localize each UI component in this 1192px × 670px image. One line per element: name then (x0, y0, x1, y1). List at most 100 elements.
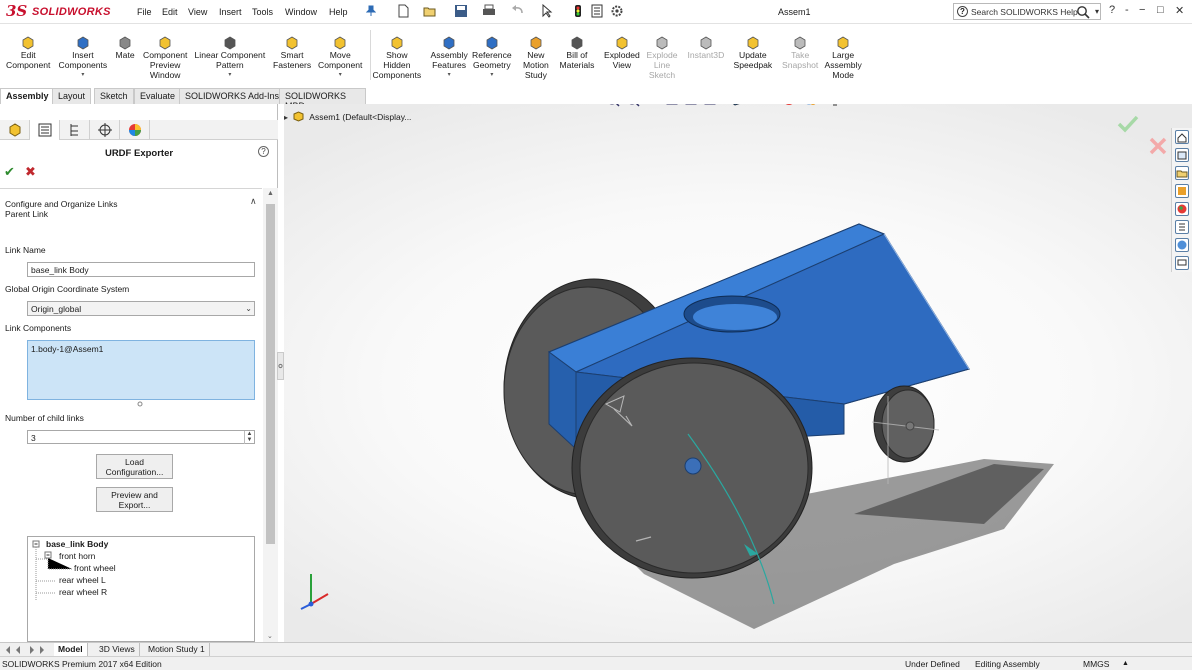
menu-edit[interactable]: Edit (162, 7, 178, 17)
tree-node-root[interactable]: base_link Body (46, 539, 108, 549)
tree-node-front-horn[interactable]: front horn (59, 551, 95, 561)
design-library-icon[interactable] (1175, 148, 1189, 162)
menu-tools[interactable]: Tools (252, 7, 273, 17)
options-gear-icon[interactable] (610, 4, 624, 18)
solidworks-resources-icon[interactable] (1175, 130, 1189, 144)
maximize-button[interactable]: □ (1157, 4, 1164, 16)
bill-of-materials-command[interactable]: Bill of Materials (560, 36, 594, 71)
show-hidden-command[interactable]: Show Hidden Components (373, 36, 421, 80)
open-icon[interactable] (423, 4, 437, 18)
help-search-input[interactable]: Search SOLIDWORKS Help (971, 7, 1078, 17)
tab-assembly[interactable]: Assembly (0, 88, 55, 104)
display-manager-tab[interactable] (120, 120, 150, 140)
explode-line-command[interactable]: Explode Line Sketch (647, 36, 678, 80)
chat-icon[interactable] (1175, 256, 1189, 270)
front-wheel[interactable] (871, 385, 940, 484)
robot-car-model[interactable] (284, 104, 1192, 642)
property-manager-help-button[interactable]: ? (258, 146, 269, 157)
edit-component-command[interactable]: Edit Component (6, 36, 50, 71)
menu-view[interactable]: View (188, 7, 207, 17)
tree-node-front-wheel[interactable]: front wheel (74, 563, 116, 573)
instant3d-command[interactable]: Instant3D (688, 36, 724, 61)
large-assembly-command[interactable]: Large Assembly Mode (825, 36, 862, 80)
file-explorer-icon[interactable] (1175, 166, 1189, 180)
tab-scroll-arrows-icon[interactable] (2, 645, 48, 655)
tab-motion-study-1[interactable]: Motion Study 1 (144, 643, 210, 656)
origin-select[interactable]: Origin_global ⌄ (27, 301, 255, 316)
custom-properties-icon[interactable] (1175, 220, 1189, 234)
tab-sketch[interactable]: Sketch (94, 88, 134, 104)
view-palette-icon[interactable] (1175, 184, 1189, 198)
tab-solidworks-add-ins[interactable]: SOLIDWORKS Add-Ins (179, 88, 286, 104)
chevron-down-icon[interactable]: ▾ (59, 71, 108, 81)
speedpak-command[interactable]: Update Speedpak (734, 36, 772, 71)
solidworks-forum-icon[interactable] (1175, 238, 1189, 252)
search-dropdown-icon[interactable]: ▾ (1095, 7, 1099, 16)
chevron-down-icon[interactable]: ▾ (318, 71, 362, 81)
panel-scrollbar[interactable]: ▲ ⌄ (263, 188, 278, 642)
exploded-view-command[interactable]: Exploded View (604, 36, 640, 71)
child-links-spinner[interactable]: 3 ▲ ▼ (27, 430, 255, 444)
solidworks-logo[interactable]: 3S SOLIDWORKS (6, 2, 116, 22)
feature-manager-tab[interactable] (0, 120, 30, 140)
appearances-icon[interactable] (1175, 202, 1189, 216)
assembly-features-command[interactable]: Assembly Features ▾ (431, 36, 468, 80)
group-collapse-button[interactable]: ∧ (250, 196, 257, 207)
new-document-icon[interactable] (396, 4, 410, 18)
insert-components-command[interactable]: Insert Components ▾ (59, 36, 108, 81)
load-configuration-button[interactable]: Load Configuration... (96, 454, 173, 479)
chevron-down-icon[interactable]: ▾ (472, 71, 512, 81)
file-properties-icon[interactable] (590, 4, 604, 18)
help-menu-button[interactable]: ? (1109, 4, 1115, 16)
undo-icon[interactable] (511, 4, 525, 18)
tab-solidworks-mbd[interactable]: SOLIDWORKS MBD (279, 88, 366, 111)
tab-layout[interactable]: Layout (52, 88, 92, 104)
smart-fasteners-command[interactable]: Smart Fasteners (273, 36, 311, 71)
tab-evaluate[interactable]: Evaluate (134, 88, 182, 104)
mate-command[interactable]: Mate (116, 36, 135, 61)
property-manager-tab[interactable] (30, 120, 60, 140)
reference-geometry-command[interactable]: Reference Geometry ▾ (472, 36, 512, 80)
menu-file[interactable]: File (137, 7, 152, 17)
chevron-down-icon[interactable]: ▾ (431, 71, 468, 81)
tab-model[interactable]: Model (54, 643, 88, 656)
chevron-down-icon[interactable]: ▾ (195, 71, 266, 81)
panel-splitter[interactable] (277, 352, 284, 380)
save-icon[interactable] (454, 4, 468, 18)
tab-3d-views[interactable]: 3D Views (95, 643, 140, 656)
menu-window[interactable]: Window (285, 7, 317, 17)
link-name-input[interactable]: base_link Body (27, 262, 255, 277)
menu-insert[interactable]: Insert (219, 7, 242, 17)
units-up-icon[interactable]: ▲ (1122, 660, 1129, 667)
move-component-command[interactable]: Move Component ▾ (318, 36, 362, 80)
rebuild-icon[interactable] (571, 4, 585, 18)
spinner-arrows-icon[interactable]: ▲ ▼ (244, 431, 254, 444)
preview-export-button[interactable]: Preview and Export... (96, 487, 173, 512)
configuration-manager-tab[interactable] (60, 120, 90, 140)
help-menu-dropdown[interactable]: - (1125, 4, 1129, 16)
pin-menu-icon[interactable] (366, 5, 376, 17)
list-item[interactable]: 1.body-1@Assem1 (31, 344, 254, 354)
snapshot-command[interactable]: Take Snapshot (782, 36, 818, 71)
select-arrow-icon[interactable] (540, 4, 554, 18)
ok-button[interactable]: ✔ (4, 164, 15, 180)
graphics-area[interactable]: ▸ Assem1 (Default<Display... (284, 104, 1192, 642)
link-components-list[interactable]: 1.body-1@Assem1 (27, 340, 255, 400)
scroll-down-icon[interactable]: ⌄ (267, 632, 273, 640)
minimize-button[interactable]: − (1139, 4, 1145, 16)
tree-node-rear-wheel-r[interactable]: rear wheel R (59, 587, 107, 597)
close-button[interactable]: ✕ (1175, 4, 1184, 17)
search-icon[interactable] (1076, 5, 1092, 19)
units-selector[interactable]: MMGS (1083, 659, 1109, 669)
scrollbar-thumb[interactable] (266, 204, 275, 544)
print-icon[interactable] (482, 4, 496, 18)
motion-study-command[interactable]: New Motion Study (523, 36, 549, 80)
rear-wheel-right[interactable] (571, 357, 813, 579)
help-search-box[interactable]: ? Search SOLIDWORKS Help (953, 3, 1101, 20)
dimxpert-manager-tab[interactable] (90, 120, 120, 140)
resize-handle-icon[interactable] (137, 401, 143, 407)
linear-pattern-command[interactable]: Linear Component Pattern ▾ (195, 36, 266, 81)
cancel-button[interactable]: ✖ (25, 164, 36, 180)
tree-node-rear-wheel-l[interactable]: rear wheel L (59, 575, 106, 585)
component-preview-command[interactable]: Component Preview Window (143, 36, 187, 80)
